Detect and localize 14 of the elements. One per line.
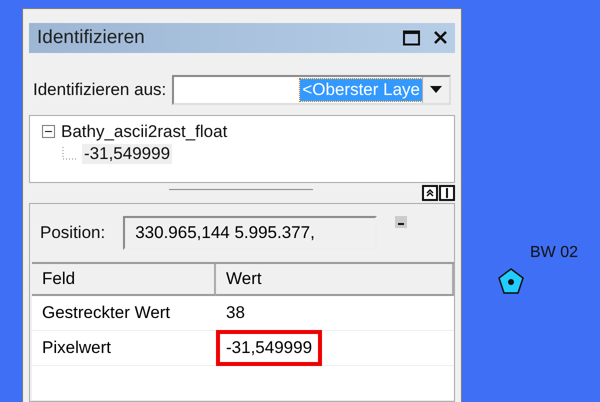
- dropdown-value: <Oberster Laye: [300, 78, 422, 101]
- position-field: 330.965,144 5.995.377,: [123, 216, 378, 250]
- identify-from-label: Identifizieren aus:: [33, 80, 166, 100]
- map-point-label: BW 02: [530, 244, 578, 262]
- panel-title: Identifizieren: [37, 26, 145, 49]
- column-header[interactable]: Feld: [32, 264, 216, 296]
- table-cell: Pixelwert: [32, 331, 216, 366]
- position-label: Position:: [40, 223, 106, 243]
- column-header[interactable]: Wert: [216, 264, 454, 296]
- table-cell: Gestreckter Wert: [32, 296, 216, 331]
- tree-node[interactable]: -31,549999: [82, 144, 172, 164]
- highlighted-value: -31,549999: [216, 330, 322, 366]
- tree-node[interactable]: Bathy_ascii2rast_float: [59, 122, 230, 142]
- table-cell-text: 38: [225, 302, 246, 324]
